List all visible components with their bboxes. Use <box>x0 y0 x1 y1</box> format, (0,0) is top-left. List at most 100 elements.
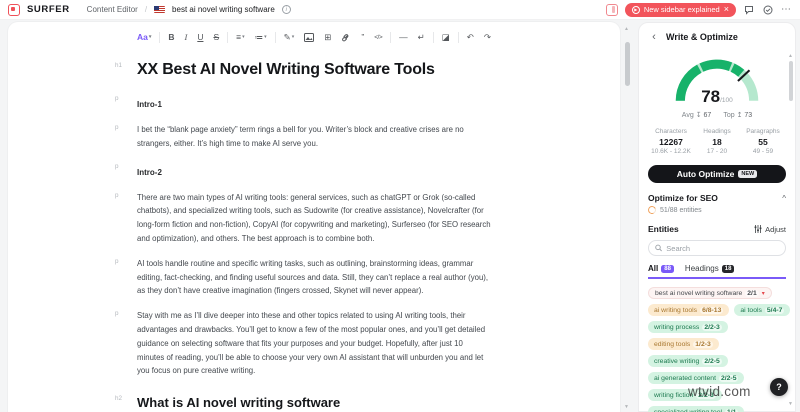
avg-top-row: Avg ↧ 67 Top ↥ 73 <box>681 112 753 119</box>
sidebar-scrollbar-thumb[interactable] <box>788 61 793 101</box>
toolbar-divider <box>227 31 229 43</box>
insert-link-button[interactable] <box>339 31 353 43</box>
back-chevron-icon[interactable]: ‹ <box>648 31 660 43</box>
breadcrumb-separator: / <box>144 5 148 14</box>
highlight-pen-button[interactable]: ✎ ▾ <box>282 31 297 44</box>
underline-button[interactable]: U <box>195 31 205 43</box>
sidebar-title: Write & Optimize <box>666 32 738 42</box>
entity-pill[interactable]: ai tools 5/4-7 <box>734 304 791 316</box>
doc-paragraph[interactable]: pI bet the “blank page anxiety” term rin… <box>115 123 491 151</box>
chevron-down-icon: ▾ <box>242 34 245 40</box>
block-type-marker: p <box>115 310 119 318</box>
promo-badge[interactable]: ▶ New sidebar explained × <box>624 2 736 17</box>
auto-optimize-button[interactable]: Auto Optimize NEW <box>648 165 786 183</box>
doc-stats-row: Characters 12267 10.6K - 12.2K Headings … <box>648 128 786 155</box>
entity-pill[interactable]: best ai novel writing software 2/1 ▾ <box>648 287 772 299</box>
more-menu-icon[interactable]: ⋯ <box>781 4 792 15</box>
editor-toolbar: Aa ▾ B I U S ≡ ▾ ≔ ▾ ✎ ▾ ⊞ ” </> — ↵ ◪ ↶ ↷ <box>8 29 620 45</box>
stat-characters: Characters 12267 10.6K - 12.2K <box>651 128 691 155</box>
stat-headings: Headings 18 17 - 20 <box>703 128 731 155</box>
document-title[interactable]: best ai novel writing software <box>172 5 275 14</box>
document-body[interactable]: h1 XX Best AI Novel Writing Software Tool… <box>115 61 491 412</box>
editor-panel: Aa ▾ B I U S ≡ ▾ ≔ ▾ ✎ ▾ ⊞ ” </> — ↵ ◪ ↶ ↷ h… <box>8 22 620 412</box>
sidebar-toggle-icon[interactable] <box>605 3 618 16</box>
doc-paragraph[interactable]: p Intro-2 <box>115 162 491 180</box>
watermark: wtvid.com <box>688 384 751 399</box>
check-circle-icon[interactable] <box>762 4 774 16</box>
list-button[interactable]: ≔ ▾ <box>253 31 269 44</box>
info-icon[interactable]: i <box>281 5 291 14</box>
doc-heading-2[interactable]: h2 What is AI novel writing software <box>115 394 491 412</box>
bold-button[interactable]: B <box>166 31 176 43</box>
blockquote-button[interactable]: ” <box>359 31 366 43</box>
block-type-marker: h1 <box>115 62 123 69</box>
entity-pill[interactable]: ai writing tools 6/8-13 <box>648 304 730 316</box>
sidebar-scroll-down-icon[interactable]: ▼ <box>788 401 793 407</box>
horizontal-rule-button[interactable]: — <box>397 31 410 43</box>
entity-search[interactable] <box>648 240 786 256</box>
toolbar-divider <box>274 31 276 43</box>
doc-paragraph[interactable]: p There are two main types of AI writing … <box>115 191 491 246</box>
entities-header: Entities Adjust <box>648 224 786 234</box>
redo-button[interactable]: ↷ <box>482 31 493 44</box>
tab-all[interactable]: All 88 <box>648 264 674 273</box>
toolbar-divider <box>159 31 161 43</box>
brand-name: SURFER <box>27 4 70 15</box>
line-break-button[interactable]: ↵ <box>416 31 427 44</box>
top-arrow-icon: ↥ <box>736 112 743 119</box>
entity-pill[interactable]: editing tools 1/2-3 <box>648 338 719 350</box>
block-type-marker: p <box>115 124 119 131</box>
collapse-chevron-icon[interactable]: ^ <box>782 194 786 203</box>
strikethrough-button[interactable]: S <box>211 31 221 43</box>
write-optimize-sidebar: ‹ Write & Optimize 78/100 Avg ↧ 67 Top ↥… <box>638 22 796 412</box>
play-icon[interactable]: ▶ <box>631 5 640 14</box>
entity-pill[interactable]: creative writing 2/2-5 <box>648 355 728 367</box>
new-badge: NEW <box>738 170 758 178</box>
italic-button[interactable]: I <box>182 31 189 43</box>
editor-scrollbar-thumb[interactable] <box>624 42 630 86</box>
doc-paragraph[interactable]: p Stay with me as I’ll dive deeper into t… <box>115 309 491 378</box>
progress-ring-icon <box>646 204 658 216</box>
block-type-marker: h2 <box>115 395 123 403</box>
toolbar-divider <box>432 31 434 43</box>
align-button[interactable]: ≡ ▾ <box>234 31 246 43</box>
optimize-seo-section[interactable]: Optimize for SEO ^ <box>648 193 786 203</box>
below-range-icon: ▾ <box>761 290 765 297</box>
search-input[interactable] <box>666 243 779 253</box>
entity-pill[interactable]: ai generated content 2/2-5 <box>648 372 745 384</box>
doc-paragraph[interactable]: p AI tools handle routine and specific wr… <box>115 257 491 298</box>
search-icon <box>655 244 662 252</box>
close-icon[interactable]: × <box>724 5 729 14</box>
avg-arrow-icon: ↧ <box>695 112 702 119</box>
help-button[interactable]: ? <box>770 378 788 396</box>
content-score-gauge: 78/100 <box>667 51 767 108</box>
adjust-button[interactable]: Adjust <box>754 225 786 234</box>
toolbar-divider <box>390 31 392 43</box>
doc-paragraph[interactable]: p Intro-1 <box>115 94 491 112</box>
editor-scrollbar[interactable]: ▲ ▼ <box>622 24 632 412</box>
chevron-down-icon: ▾ <box>264 34 267 40</box>
scroll-up-icon[interactable]: ▲ <box>624 26 629 32</box>
clear-formatting-button[interactable]: ◪ <box>440 31 452 44</box>
doc-heading-1[interactable]: h1 XX Best AI Novel Writing Software Tool… <box>115 61 491 79</box>
entity-pill[interactable]: writing process 2/2-3 <box>648 321 728 333</box>
sidebar-scroll-up-icon[interactable]: ▲ <box>788 53 793 59</box>
comments-icon[interactable] <box>743 4 755 16</box>
tab-headings[interactable]: Headings 18 <box>685 264 735 273</box>
text-style-button[interactable]: Aa ▾ <box>135 31 153 43</box>
scroll-down-icon[interactable]: ▼ <box>624 404 629 410</box>
block-type-marker: p <box>115 162 119 170</box>
us-flag-icon <box>154 6 166 13</box>
code-button[interactable]: </> <box>372 33 384 42</box>
sidebar-header: ‹ Write & Optimize <box>648 31 786 43</box>
seo-progress: 51/88 entities <box>646 204 786 216</box>
chevron-down-icon: ▾ <box>148 34 152 40</box>
block-type-marker: p <box>115 191 119 199</box>
insert-image-button[interactable] <box>302 32 316 43</box>
undo-button[interactable]: ↶ <box>465 31 476 44</box>
breadcrumb-content-editor[interactable]: Content Editor <box>87 5 138 14</box>
block-type-marker: p <box>115 95 119 102</box>
insert-table-button[interactable]: ⊞ <box>322 31 333 44</box>
promo-badge-label: New sidebar explained <box>643 5 720 14</box>
entity-pill[interactable]: specialized writing tool 1/1 <box>648 406 745 412</box>
